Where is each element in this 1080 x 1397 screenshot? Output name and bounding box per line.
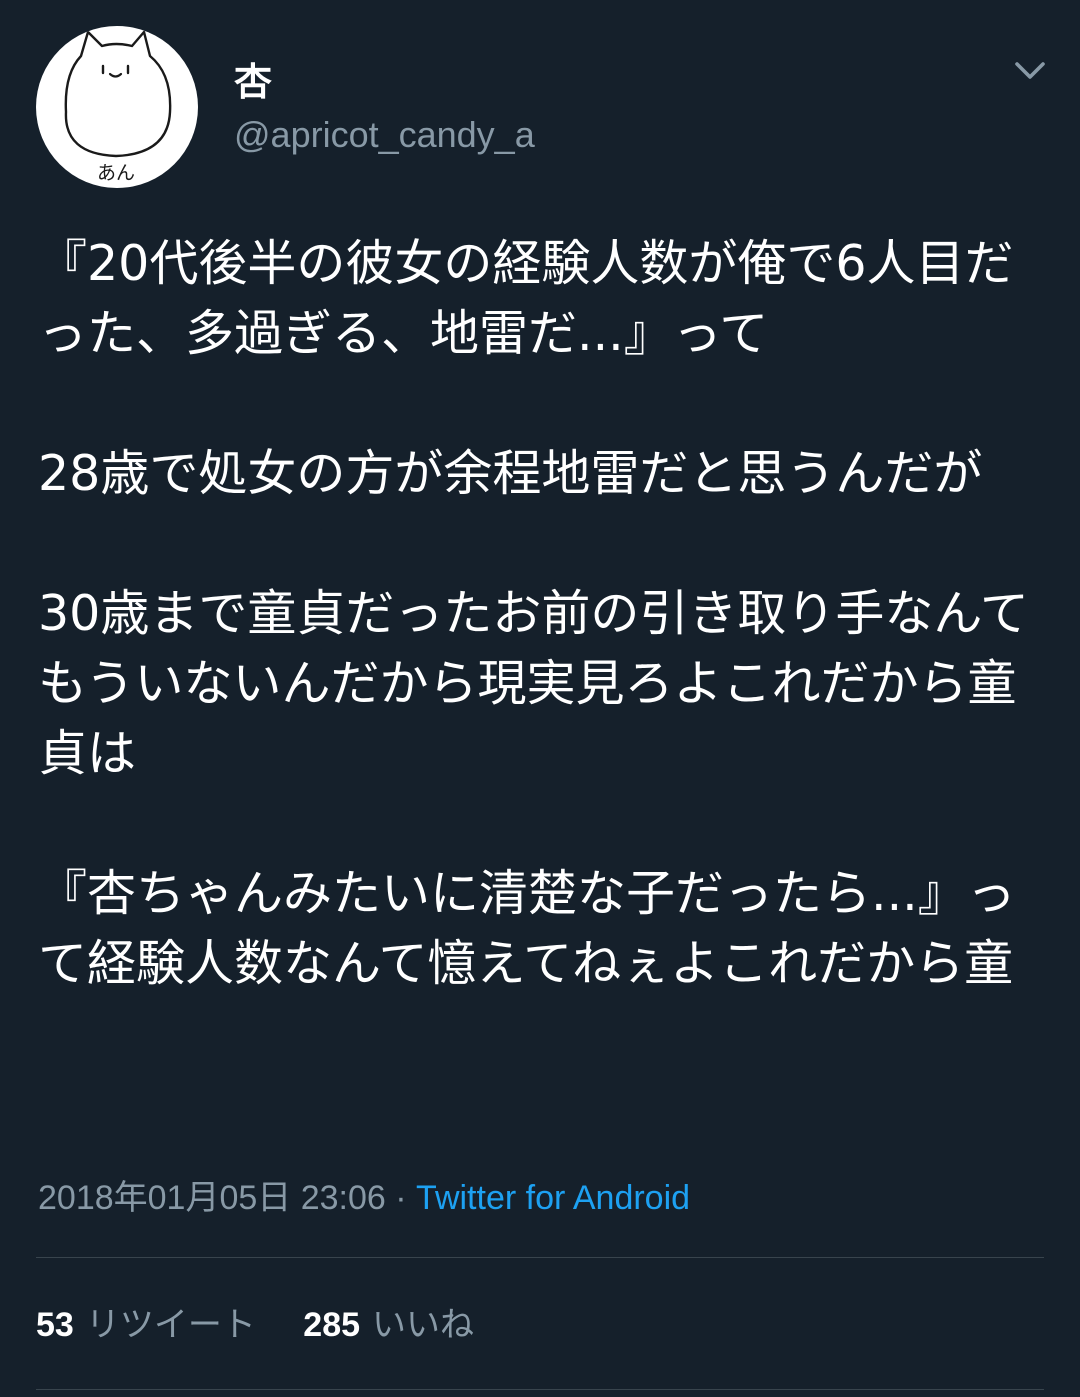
chevron-down-icon[interactable] xyxy=(1008,54,1052,88)
tweet-paragraph: 『20代後半の彼女の経験人数が俺で6人目だった、多過ぎる、地雷だ...』って xyxy=(38,235,1014,362)
divider xyxy=(36,1389,1044,1390)
divider xyxy=(36,1257,1044,1258)
svg-text:あん: あん xyxy=(97,162,135,184)
avatar-cat-image: あん xyxy=(64,30,172,184)
avatar[interactable]: あん xyxy=(36,26,198,188)
likes-count-link[interactable]: 285 いいね xyxy=(303,1302,474,1348)
tweet-stats: 53 リツイート 285 いいね xyxy=(36,1302,474,1348)
tweet-paragraph: 30歳まで童貞だったお前の引き取り手なんてもういないんだから現実見ろよこれだから… xyxy=(38,585,1029,782)
display-name[interactable]: 杏 xyxy=(234,58,272,106)
meta-separator: · xyxy=(395,1179,407,1217)
tweet-detail: あん 杏 @apricot_candy_a 『20代後半の彼女の経験人数が俺で6… xyxy=(0,0,1080,1397)
tweet-meta: 2018年01月05日 23:06 · Twitter for Android xyxy=(38,1175,690,1221)
source-link[interactable]: Twitter for Android xyxy=(416,1179,690,1217)
tweet-paragraph: 28歳で処女の方が余程地雷だと思うんだが xyxy=(38,445,983,502)
retweets-count: 53 xyxy=(36,1306,74,1344)
likes-count: 285 xyxy=(303,1306,361,1344)
user-handle[interactable]: @apricot_candy_a xyxy=(234,112,535,158)
tweet-paragraph: 『杏ちゃんみたいに清楚な子だったら...』って経験人数なんて憶えてねぇよこれだか… xyxy=(38,865,1016,992)
retweets-count-link[interactable]: 53 リツイート xyxy=(36,1302,256,1348)
likes-label: いいね xyxy=(372,1306,475,1344)
retweets-label: リツイート xyxy=(85,1306,256,1344)
timestamp[interactable]: 2018年01月05日 23:06 xyxy=(38,1179,386,1217)
tweet-text: 『20代後半の彼女の経験人数が俺で6人目だった、多過ぎる、地雷だ...』って 2… xyxy=(38,229,1048,999)
